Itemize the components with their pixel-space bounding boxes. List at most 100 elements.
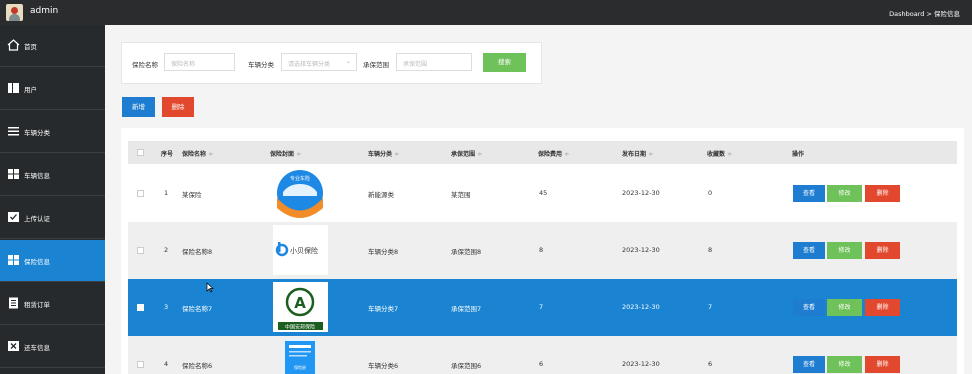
coverage-scope-input[interactable]: 承保范围 [396,53,472,71]
delete-button[interactable]: 删除 [162,97,194,117]
header-index: 序号 [161,151,174,158]
row-date: 2023-12-30 [622,246,660,254]
row-checkbox[interactable] [137,190,144,197]
edit-button[interactable]: 修改 [827,356,862,373]
row-scope: 承保范围6 [451,362,482,370]
view-button[interactable]: 查看 [793,242,825,259]
insurance-name-label: 保险名称 [132,61,158,69]
cover-image: 保险册 [273,339,328,374]
row-index: 1 [164,189,169,197]
header-cover[interactable]: 保险封面 ≑ [270,149,301,158]
vehicle-category-label: 车辆分类 [248,61,274,69]
sidebar-item-label: 车辆信息 [24,172,50,180]
sidebar-item-label: 租赁订单 [24,301,50,309]
sidebar-item-label: 首页 [24,43,37,51]
cover-caption: 中国安邦保险 [285,324,315,331]
app-title: admin [30,6,59,16]
sidebar-item-label: 保险信息 [24,258,50,266]
header-scope[interactable]: 承保范围 ≑ [451,149,482,158]
view-button[interactable]: 查看 [793,299,825,316]
home-icon [7,39,20,51]
document-icon [9,297,18,309]
row-favorites: 0 [708,189,713,197]
row-scope: 承保范围8 [451,248,482,256]
cover-image: 小贝保险 [273,225,328,275]
delete-row-button[interactable]: 删除 [865,185,900,202]
edit-button[interactable]: 修改 [827,242,862,259]
header-fee[interactable]: 保险费用 ≑ [538,149,569,158]
row-favorites: 8 [708,246,713,254]
row-index: 2 [164,246,169,254]
row-name: 保险名称7 [182,305,213,313]
x-box-icon [8,341,19,351]
sidebar-item-label: 还车信息 [24,344,50,352]
row-index: 4 [164,360,169,368]
sidebar-item-return-info[interactable]: 还车信息 [0,326,105,368]
table-row[interactable]: 1 某保险 专业车险 新能源类 某范围 45 2023-12-30 0 查看 修… [128,165,957,222]
sidebar-item-vehicle-category[interactable]: 车辆分类 [0,111,105,153]
table-row[interactable]: 2 保险名称8 小贝保险 车辆分类8 承保范围8 8 2023-12-30 8 … [128,222,957,279]
select-all-checkbox[interactable] [137,149,144,156]
sidebar-item-upload-auth[interactable]: 上传认证 [0,197,105,239]
sidebar-item-rental-orders[interactable]: 租赁订单 [0,283,105,325]
breadcrumb[interactable]: Dashboard > 保险信息 [889,8,960,18]
top-bar: admin Dashboard > 保险信息 [0,0,972,25]
delete-row-button[interactable]: 删除 [865,356,900,373]
edit-button[interactable]: 修改 [827,299,862,316]
row-fee: 45 [539,189,548,197]
row-category: 车辆分类6 [368,362,399,370]
delete-row-button[interactable]: 删除 [865,299,900,316]
row-scope: 某范围 [451,191,471,199]
header-name[interactable]: 保险名称 ≑ [182,149,213,158]
sidebar-item-label: 用户 [24,86,37,94]
delete-row-button[interactable]: 删除 [865,242,900,259]
row-name: 某保险 [182,191,202,199]
row-name: 保险名称8 [182,248,213,256]
main-content: 保险名称 保险名称 车辆分类 请选择车辆分类 ⌄ 承保范围 承保范围 搜索 新增… [105,25,972,374]
add-button[interactable]: 新增 [122,97,155,117]
table-row[interactable]: 4 保险名称6 保险册 车辆分类6 承保范围6 6 2023-12-30 6 查… [128,336,957,374]
cover-caption: 专业车险 [290,175,310,182]
sidebar-item-vehicle-info[interactable]: 车辆信息 [0,154,105,196]
search-button[interactable]: 搜索 [483,53,526,72]
row-favorites: 7 [708,303,713,311]
table-row[interactable]: 3 保险名称7 A 中国安邦保险 车辆分类7 承保范围7 7 2023-12-3… [128,279,957,336]
row-category: 新能源类 [368,191,394,199]
row-date: 2023-12-30 [622,360,660,368]
cover-image: 专业车险 [273,168,328,218]
row-checkbox[interactable] [137,247,144,254]
row-checkbox[interactable] [137,361,144,368]
header-date[interactable]: 发布日期 ≑ [622,149,653,158]
sidebar-item-home[interactable]: 首页 [0,25,105,67]
sidebar-item-users[interactable]: 用户 [0,68,105,110]
row-category: 车辆分类8 [368,248,399,256]
row-fee: 8 [539,246,544,254]
row-index: 3 [164,303,169,311]
row-scope: 承保范围7 [451,305,482,313]
chevron-down-icon: ⌄ [345,58,351,65]
insurance-table: 序号 保险名称 ≑ 保险封面 ≑ 车辆分类 ≑ 承保范围 ≑ 保险费用 ≑ 发布… [121,128,964,374]
row-category: 车辆分类7 [368,305,399,313]
edit-button[interactable]: 修改 [827,185,862,202]
check-icon [8,212,19,222]
view-button[interactable]: 查看 [793,185,825,202]
cover-image: A 中国安邦保险 [273,282,328,332]
user-icon [8,83,19,93]
row-favorites: 6 [708,360,713,368]
header-favorites[interactable]: 收藏数 ≑ [707,149,732,158]
search-panel: 保险名称 保险名称 车辆分类 请选择车辆分类 ⌄ 承保范围 承保范围 搜索 [121,42,542,84]
vehicle-category-select[interactable]: 请选择车辆分类 ⌄ [281,53,357,71]
cover-caption: 保险册 [294,364,306,370]
insurance-name-input[interactable]: 保险名称 [164,53,235,71]
grid-icon [8,169,19,179]
row-date: 2023-12-30 [622,189,660,197]
view-button[interactable]: 查看 [793,356,825,373]
row-date: 2023-12-30 [622,303,660,311]
row-name: 保险名称6 [182,362,213,370]
sidebar-item-label: 上传认证 [24,215,50,223]
sidebar: 首页 用户 车辆分类 车辆信息 上传认证 保险信息 租赁订单 还车信息 [0,25,105,374]
sidebar-item-insurance-info[interactable]: 保险信息 [0,240,105,282]
header-category[interactable]: 车辆分类 ≑ [368,149,399,158]
row-checkbox[interactable] [137,304,144,311]
row-fee: 6 [539,360,544,368]
